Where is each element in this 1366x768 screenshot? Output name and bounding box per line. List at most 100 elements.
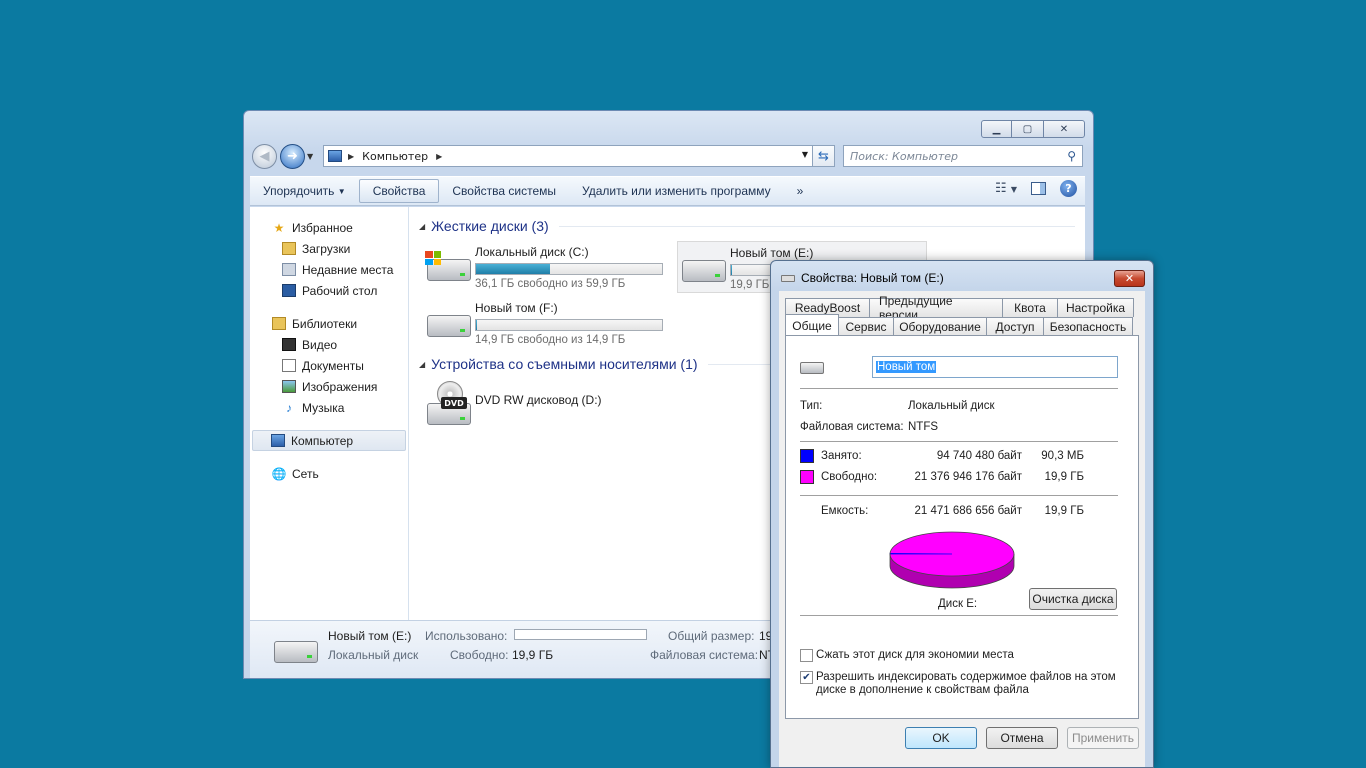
hard-drive-icon	[423, 297, 475, 347]
used-label: Занято:	[821, 450, 862, 462]
properties-dialog: Свойства: Новый том (E:) ✕ ReadyBoost Пр…	[770, 260, 1154, 768]
chevron-down-icon: ▼	[337, 186, 346, 196]
minimize-button[interactable]: ▁	[981, 120, 1012, 138]
system-properties-button[interactable]: Свойства системы	[439, 179, 569, 203]
help-icon[interactable]: ?	[1060, 180, 1077, 197]
recent-pages-dropdown[interactable]: ▼	[307, 152, 317, 161]
nav-downloads[interactable]: Загрузки	[250, 238, 408, 259]
nav-video[interactable]: Видео	[250, 334, 408, 355]
nav-recent-places[interactable]: Недавние места	[250, 259, 408, 280]
collapse-arrow-icon[interactable]: ◢	[419, 360, 425, 369]
index-label-line2: диске в дополнение к свойствам файла	[816, 684, 1029, 696]
downloads-folder-icon	[282, 242, 296, 255]
search-input[interactable]: Поиск: Компьютер ⚲	[843, 145, 1083, 167]
nav-label: Загрузки	[302, 241, 351, 256]
organize-label: Упорядочить	[263, 184, 335, 198]
tab-sharing[interactable]: Доступ	[986, 317, 1044, 336]
nav-desktop[interactable]: Рабочий стол	[250, 280, 408, 301]
drive-free-space: 36,1 ГБ свободно из 59,9 ГБ	[475, 278, 626, 290]
preview-pane-icon[interactable]	[1031, 182, 1046, 195]
drive-usage-bar	[475, 319, 663, 331]
computer-icon	[328, 150, 342, 162]
dialog-title: Свойства: Новый том (E:)	[801, 271, 944, 285]
hard-drive-icon	[270, 635, 320, 675]
nav-favorites[interactable]: ★ Избранное	[250, 217, 408, 238]
collapse-arrow-icon[interactable]: ◢	[419, 222, 425, 231]
forward-button[interactable]: ➜	[280, 143, 305, 169]
nav-label: Документы	[302, 358, 364, 373]
tab-customize[interactable]: Настройка	[1057, 298, 1134, 317]
disk-label: Диск E:	[938, 598, 978, 610]
divider	[800, 495, 1118, 496]
breadcrumb-separator-icon[interactable]: ▶	[436, 152, 442, 161]
documents-icon	[282, 359, 296, 372]
nav-label: Видео	[302, 337, 338, 352]
uninstall-program-button[interactable]: Удалить или изменить программу	[569, 179, 784, 203]
capacity-label: Емкость:	[821, 505, 869, 517]
drive-c[interactable]: Локальный диск (C:) 36,1 ГБ свободно из …	[423, 241, 673, 293]
tab-quota[interactable]: Квота	[1002, 298, 1058, 317]
caption-buttons: ▁ ▢ ✕	[981, 120, 1085, 138]
free-label: Свободно:	[821, 471, 878, 483]
dialog-title-bar: Свойства: Новый том (E:)	[781, 271, 944, 285]
nav-label: Сеть	[292, 466, 319, 481]
tab-previous-versions[interactable]: Предыдущие версии	[869, 294, 1003, 322]
nav-label: Изображения	[302, 379, 378, 394]
apply-button[interactable]: Применить	[1067, 727, 1139, 749]
more-commands-button[interactable]: »	[784, 179, 817, 203]
network-icon: 🌐	[271, 466, 287, 481]
nav-libraries[interactable]: Библиотеки	[250, 313, 408, 334]
system-drive-icon	[423, 241, 475, 291]
navigation-bar: ◀ ➜ ▼ ▶ Компьютер ▶ ▼ ⇆ Поиск: Компьютер…	[252, 143, 1085, 169]
close-button[interactable]: ✕	[1043, 120, 1085, 138]
change-view-icon[interactable]: ☷ ▼	[995, 181, 1017, 196]
nav-pictures[interactable]: Изображения	[250, 376, 408, 397]
forward-arrow-icon: ➜	[287, 148, 298, 164]
free-space-swatch	[800, 470, 814, 484]
refresh-button[interactable]: ⇆	[813, 145, 835, 167]
maximize-button[interactable]: ▢	[1012, 120, 1043, 138]
address-bar[interactable]: ▶ Компьютер ▶ ▼	[323, 145, 813, 167]
filesystem-value: NTFS	[908, 421, 939, 433]
tab-general[interactable]: Общие	[785, 314, 839, 336]
nav-label: Недавние места	[302, 262, 394, 277]
hard-drive-icon	[678, 242, 730, 292]
details-used-label: Использовано:	[425, 629, 508, 643]
drive-f[interactable]: Новый том (F:) 14,9 ГБ свободно из 14,9 …	[423, 297, 673, 349]
nav-computer[interactable]: Компьютер	[252, 430, 406, 451]
ok-button[interactable]: OK	[905, 727, 977, 749]
nav-network[interactable]: 🌐 Сеть	[250, 463, 408, 484]
compress-checkbox[interactable]	[800, 649, 813, 662]
tab-hardware[interactable]: Оборудование	[893, 317, 987, 336]
nav-music[interactable]: ♪ Музыка	[250, 397, 408, 418]
navigation-pane: ★ Избранное Загрузки Недавние места Рабоч…	[250, 207, 409, 620]
cancel-button[interactable]: Отмена	[986, 727, 1058, 749]
details-free-value: 19,9 ГБ	[512, 648, 554, 662]
tab-tools[interactable]: Сервис	[838, 317, 894, 336]
group-title: Жесткие диски (3)	[431, 218, 549, 234]
dialog-close-button[interactable]: ✕	[1114, 270, 1145, 287]
details-drive-type: Локальный диск	[328, 648, 419, 662]
index-checkbox[interactable]: ✔	[800, 671, 813, 684]
back-arrow-icon: ◀	[259, 148, 270, 164]
properties-button[interactable]: Свойства	[358, 179, 440, 203]
search-icon[interactable]: ⚲	[1067, 149, 1076, 163]
volume-name-input[interactable]: Новый том	[872, 356, 1118, 378]
tab-security[interactable]: Безопасность	[1043, 317, 1133, 336]
hard-drive-icon	[800, 362, 826, 376]
pictures-icon	[282, 380, 296, 393]
address-dropdown-icon[interactable]: ▼	[802, 150, 808, 159]
organize-button[interactable]: Упорядочить ▼	[250, 179, 359, 203]
details-free-label: Свободно:	[450, 648, 509, 662]
disk-cleanup-button[interactable]: Очистка диска	[1029, 588, 1117, 610]
back-button[interactable]: ◀	[252, 143, 277, 169]
dialog-body: ReadyBoost Предыдущие версии Квота Настр…	[779, 291, 1145, 767]
breadcrumb-separator-icon[interactable]: ▶	[348, 152, 354, 161]
breadcrumb-computer[interactable]: Компьютер	[362, 150, 428, 163]
nav-documents[interactable]: Документы	[250, 355, 408, 376]
drive-d-dvd[interactable]: DVD DVD RW дисковод (D:)	[423, 379, 673, 431]
recent-places-icon	[282, 263, 296, 276]
drive-usage-fill	[476, 264, 550, 274]
close-icon: ✕	[1124, 272, 1135, 285]
group-hard-disks[interactable]: ◢ Жесткие диски (3)	[419, 215, 1075, 237]
